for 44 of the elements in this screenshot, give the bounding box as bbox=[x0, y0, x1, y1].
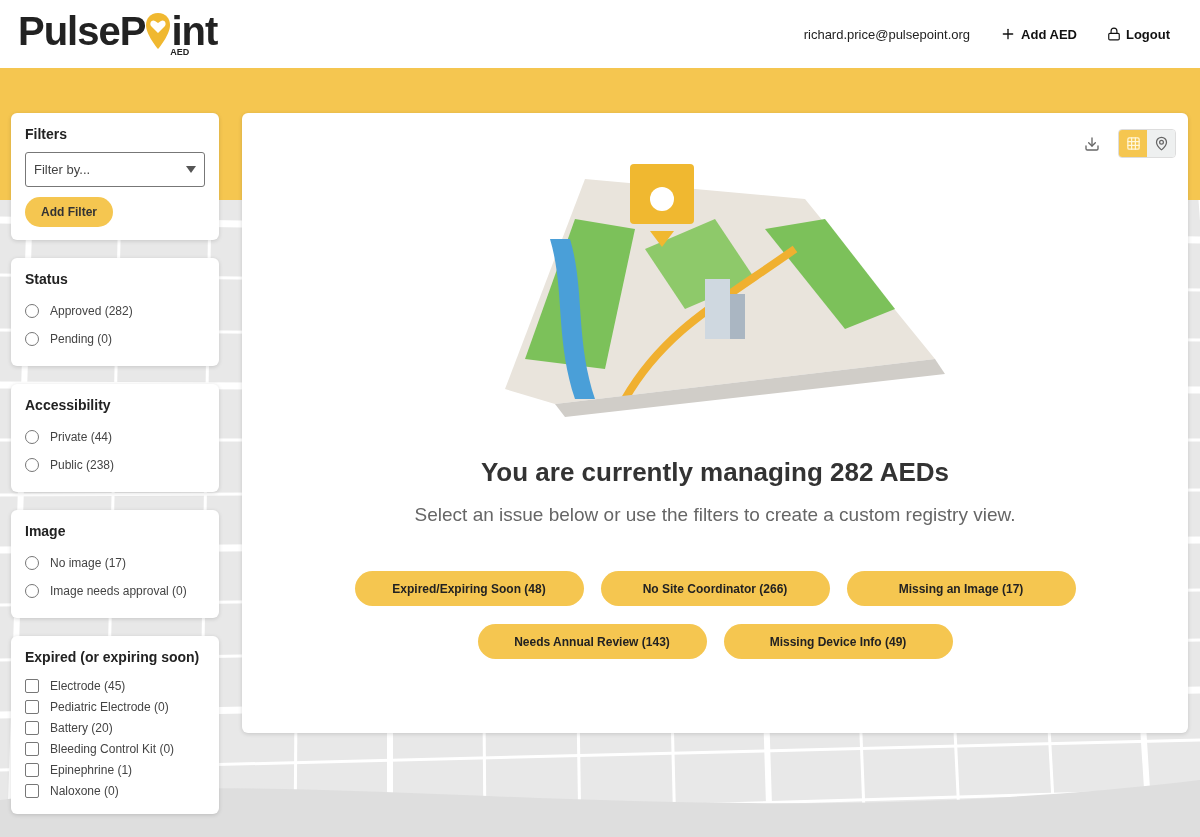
download-icon[interactable] bbox=[1084, 135, 1100, 152]
option-label: No image (17) bbox=[50, 556, 127, 570]
checkbox[interactable] bbox=[25, 699, 39, 714]
card-title: Accessibility bbox=[25, 397, 112, 413]
option-label: Naloxone (0) bbox=[50, 783, 119, 798]
card-title: Status bbox=[25, 271, 69, 287]
map-view-button[interactable] bbox=[1147, 130, 1175, 157]
option-label: Image needs approval (0) bbox=[50, 584, 187, 598]
option-label: Bleeding Control Kit (0) bbox=[50, 741, 175, 756]
option-label: Approved (282) bbox=[50, 304, 133, 318]
option-label: Pediatric Electrode (0) bbox=[50, 699, 169, 714]
checkbox[interactable] bbox=[25, 762, 39, 777]
option-label: Public (238) bbox=[50, 458, 115, 472]
checkbox[interactable] bbox=[25, 741, 39, 756]
card-title: Filters bbox=[25, 126, 68, 142]
option-label: Battery (20) bbox=[50, 720, 113, 735]
card-title: Expired (or expiring soon) bbox=[25, 649, 201, 665]
checkbox[interactable] bbox=[25, 783, 39, 798]
issue-button[interactable]: Needs Annual Review (143) bbox=[477, 624, 707, 659]
logo-subtitle: AED bbox=[170, 47, 190, 57]
grid-icon bbox=[1125, 136, 1141, 151]
logout-link[interactable]: Logout bbox=[1106, 26, 1170, 42]
main-heading: You are currently managing 282 AEDs bbox=[480, 457, 950, 488]
add-filter-button[interactable]: Add Filter bbox=[25, 197, 113, 227]
issue-button[interactable]: Missing Device Info (49) bbox=[723, 624, 953, 659]
card-title: Image bbox=[25, 523, 67, 539]
map-pin-icon bbox=[1153, 136, 1169, 151]
user-email: richard.price@pulsepoint.org bbox=[803, 26, 971, 42]
issue-button[interactable]: Missing an Image (17) bbox=[846, 571, 1076, 606]
issue-button[interactable]: No Site Coordinator (266) bbox=[600, 571, 830, 606]
checkbox[interactable] bbox=[25, 720, 39, 735]
option-label: Epinephrine (1) bbox=[50, 762, 133, 777]
issue-button[interactable]: Expired/Expiring Soon (48) bbox=[354, 571, 584, 606]
dropdown-caret-icon bbox=[186, 166, 196, 173]
option-label: Pending (0) bbox=[50, 332, 113, 346]
checkbox[interactable] bbox=[25, 678, 39, 693]
main-subheading: Select an issue below or use the filters to create a custom registry view. bbox=[414, 504, 1016, 526]
logo-text: PulseP bbox=[18, 11, 146, 51]
lock-icon bbox=[1106, 27, 1121, 41]
add-aed-link[interactable]: Add AED bbox=[1000, 26, 1077, 42]
option-label: Private (44) bbox=[50, 430, 113, 444]
option-label: Electrode (45) bbox=[50, 678, 126, 693]
map-pin-heart-icon bbox=[145, 11, 172, 51]
filter-dropdown[interactable]: Filter by... bbox=[25, 152, 205, 187]
